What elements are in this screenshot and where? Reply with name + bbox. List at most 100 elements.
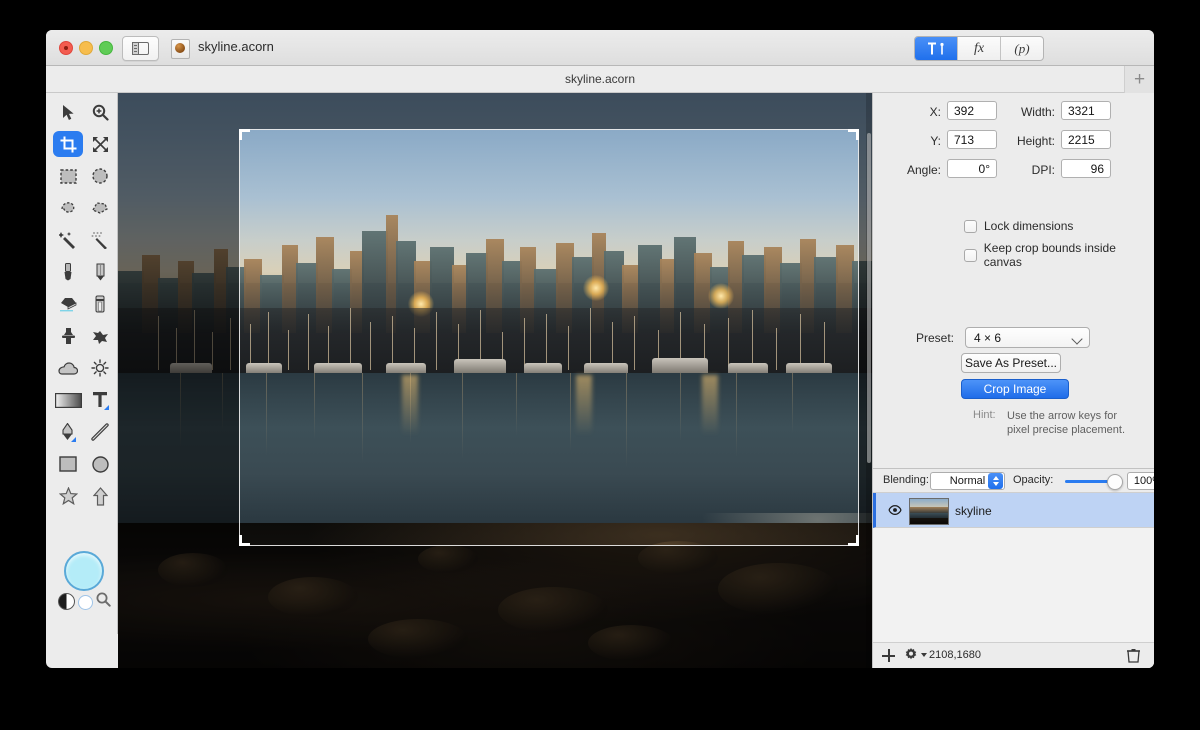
tool-zoom[interactable] <box>85 99 115 125</box>
tool-dodge[interactable] <box>85 355 115 381</box>
sun-dodge-icon <box>91 359 109 377</box>
tool-instant-alpha[interactable] <box>85 227 115 253</box>
tool-ellipse-shape[interactable] <box>85 451 115 477</box>
star-icon <box>58 487 78 505</box>
tool-marker[interactable] <box>85 291 115 317</box>
tool-rectangle-shape[interactable] <box>53 451 83 477</box>
cloud-icon <box>58 361 78 375</box>
crop-handle-bottom-right[interactable] <box>848 535 859 546</box>
width-input[interactable]: 3321 <box>1061 101 1111 120</box>
tool-eraser[interactable] <box>53 291 83 317</box>
opacity-label: Opacity: <box>1013 474 1054 486</box>
lock-dimensions-checkbox[interactable] <box>964 219 977 233</box>
crop-inspector-panel: X: 392 Width: 3321 Y: 713 Height: 2215 A… <box>872 93 1154 468</box>
tool-star-shape[interactable] <box>53 483 83 509</box>
tool-transform[interactable] <box>85 131 115 157</box>
caret-down-icon <box>921 653 927 657</box>
opacity-slider-knob[interactable] <box>1107 474 1123 490</box>
ellipse-shape-icon <box>91 455 109 473</box>
tool-smudge[interactable] <box>85 323 115 349</box>
tool-text[interactable] <box>85 387 115 413</box>
lock-dimensions-label: Lock dimensions <box>984 219 1074 233</box>
document-title-strip: skyline.acorn + <box>46 66 1154 93</box>
crop-dim-left <box>118 130 240 545</box>
tool-blur[interactable] <box>53 355 83 381</box>
tab-tools[interactable] <box>915 37 958 60</box>
tool-ink-pen[interactable] <box>53 259 83 285</box>
tool-pencil[interactable] <box>85 259 115 285</box>
layer-options-button[interactable] <box>904 648 927 662</box>
tool-crop[interactable] <box>53 131 83 157</box>
angle-input[interactable]: 0° <box>947 159 997 178</box>
tool-line[interactable] <box>85 419 115 445</box>
eye-icon[interactable] <box>888 504 902 516</box>
tool-bezier-pen[interactable] <box>53 419 83 445</box>
angle-label: Angle: <box>906 163 941 177</box>
crop-image-button[interactable]: Crop Image <box>961 379 1069 399</box>
tool-gradient[interactable] <box>51 387 85 413</box>
tool-ellipse-select[interactable] <box>85 163 115 189</box>
crop-handle-top-right[interactable] <box>848 129 859 140</box>
text-tool-icon <box>92 391 109 410</box>
color-picker-zoom-button[interactable] <box>96 592 111 612</box>
tab-palettes[interactable]: (p) <box>1001 37 1043 60</box>
acorn-window: skyline.acorn fx (p) skyline.acorn + X: … <box>46 30 1154 668</box>
hint-text: Use the arrow keys for pixel precise pla… <box>1007 410 1126 436</box>
gradient-icon <box>54 392 82 408</box>
preset-label: Preset: <box>916 331 955 345</box>
save-as-preset-button[interactable]: Save As Preset... <box>961 353 1061 373</box>
crop-handle-top-left[interactable] <box>239 129 250 140</box>
crop-dim-bottom <box>118 545 872 668</box>
keep-bounds-checkbox-row[interactable]: Keep crop bounds inside canvas <box>964 241 1154 269</box>
default-colors-swatch[interactable] <box>58 593 75 610</box>
layer-row[interactable] <box>873 493 1154 528</box>
transform-arrows-icon <box>92 136 108 152</box>
document-icon <box>171 39 190 59</box>
inspector-mode-segments[interactable]: fx (p) <box>914 36 1044 61</box>
tool-arrow-shape[interactable] <box>85 483 115 509</box>
smudge-icon <box>93 330 108 344</box>
instant-alpha-icon <box>91 232 107 249</box>
blending-label: Blending: <box>883 474 929 486</box>
crop-selection-rectangle[interactable] <box>239 129 859 546</box>
trash-icon <box>1127 649 1140 663</box>
sidebar-toggle-button[interactable] <box>122 36 159 61</box>
preset-select[interactable]: 4 × 6 <box>965 327 1090 348</box>
tool-polygon-lasso[interactable] <box>85 195 115 221</box>
lasso-icon <box>61 202 75 213</box>
crop-dim-top <box>118 93 872 130</box>
magnifier-plus-icon <box>92 104 109 121</box>
foreground-color-swatch[interactable] <box>64 551 104 591</box>
x-input[interactable]: 392 <box>947 101 997 120</box>
lock-dimensions-checkbox-row[interactable]: Lock dimensions <box>964 219 1073 233</box>
line-icon <box>91 423 109 441</box>
sidebar-icon <box>132 42 149 55</box>
x-label: X: <box>929 105 941 119</box>
height-input[interactable]: 2215 <box>1061 130 1111 149</box>
y-label: Y: <box>930 134 941 148</box>
tool-move[interactable] <box>53 99 83 125</box>
zoom-button[interactable] <box>99 41 113 55</box>
y-input[interactable]: 713 <box>947 130 997 149</box>
keep-bounds-checkbox[interactable] <box>964 248 977 262</box>
crop-handle-bottom-left[interactable] <box>239 535 250 546</box>
add-tab-button[interactable]: + <box>1124 66 1154 93</box>
tool-magic-wand[interactable] <box>53 227 83 253</box>
tab-effects[interactable]: fx <box>958 37 1001 60</box>
dpi-input[interactable]: 96 <box>1061 159 1111 178</box>
close-button[interactable] <box>59 41 73 55</box>
add-layer-button[interactable] <box>882 649 895 662</box>
tool-rectangle-select[interactable] <box>53 163 83 189</box>
clone-stamp-icon <box>61 328 75 344</box>
canvas-area[interactable] <box>118 93 872 668</box>
image-skyline <box>118 93 872 668</box>
opacity-value-input[interactable]: 100% <box>1127 472 1154 490</box>
delete-layer-button[interactable] <box>1127 648 1140 668</box>
tool-clone-stamp[interactable] <box>53 323 83 349</box>
blending-stepper-icon[interactable] <box>988 473 1003 489</box>
rect-select-icon <box>59 168 77 184</box>
tool-lasso[interactable] <box>53 195 83 221</box>
minimize-button[interactable] <box>79 41 93 55</box>
gear-icon <box>905 648 917 660</box>
background-color-swatch[interactable] <box>78 595 93 610</box>
